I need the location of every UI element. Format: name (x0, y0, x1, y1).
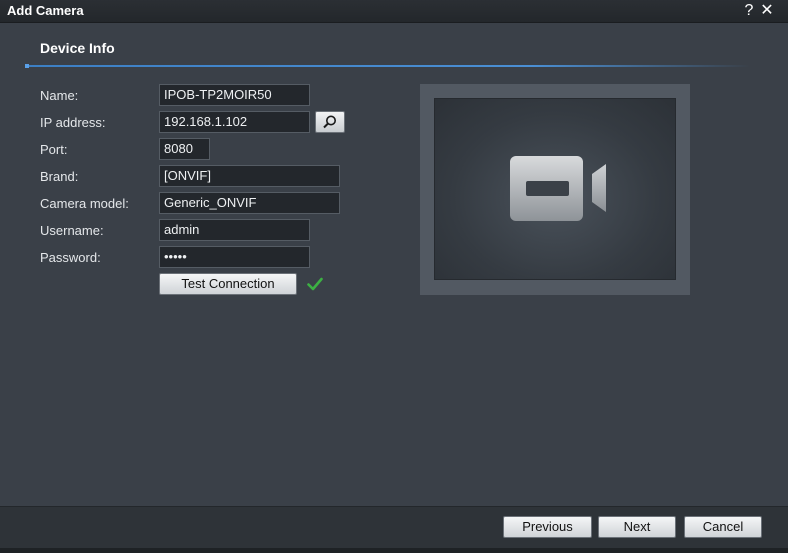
password-field[interactable]: ••••• (159, 246, 310, 268)
password-label: Password: (40, 250, 101, 265)
search-button[interactable] (315, 111, 345, 133)
name-label: Name: (40, 88, 79, 103)
window-bottom-edge (0, 548, 788, 553)
camera-model-label: Camera model: (40, 196, 129, 211)
section-divider-marker (25, 64, 29, 68)
next-button[interactable]: Next (598, 516, 676, 538)
previous-button[interactable]: Previous (503, 516, 592, 538)
help-button[interactable]: ? (741, 2, 757, 20)
check-icon (307, 277, 323, 291)
title-bar: Add Camera ? ✕ (0, 0, 788, 23)
video-camera-icon (510, 156, 606, 221)
cancel-button[interactable]: Cancel (684, 516, 762, 538)
port-field[interactable]: 8080 (159, 138, 210, 160)
test-connection-button[interactable]: Test Connection (159, 273, 297, 295)
brand-field[interactable]: [ONVIF] (159, 165, 340, 187)
camera-model-field[interactable]: Generic_ONVIF (159, 192, 340, 214)
username-field[interactable]: admin (159, 219, 310, 241)
ip-address-label: IP address: (40, 115, 106, 130)
magnifier-icon (323, 115, 336, 129)
name-field[interactable]: IPOB-TP2MOIR50 (159, 84, 310, 106)
ip-address-field[interactable]: 192.168.1.102 (159, 111, 310, 133)
username-label: Username: (40, 223, 104, 238)
section-divider (26, 65, 750, 67)
section-title: Device Info (40, 40, 115, 56)
close-button[interactable]: ✕ (759, 2, 775, 20)
brand-label: Brand: (40, 169, 79, 184)
window-title: Add Camera (7, 3, 84, 18)
port-label: Port: (40, 142, 68, 157)
